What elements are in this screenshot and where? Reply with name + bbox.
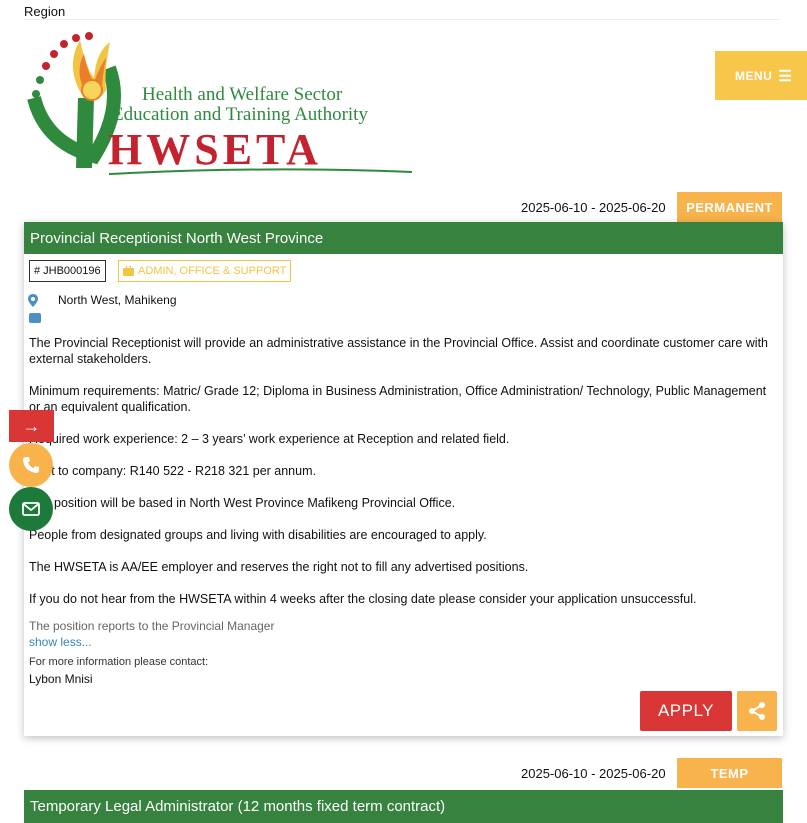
region-divider — [24, 19, 780, 20]
description-paragraph: The HWSETA is AA/EE employer and reserve… — [29, 560, 529, 574]
region-label: Region — [24, 4, 66, 19]
menu-label: MENU — [735, 68, 773, 83]
job-title[interactable]: Temporary Legal Administrator (12 months… — [24, 790, 783, 823]
job-date-range: 2025-06-10 - 2025-06-20 — [521, 766, 666, 781]
logo-flame — [72, 40, 110, 101]
wallet-icon — [29, 313, 41, 323]
map-pin-icon — [28, 293, 38, 307]
job-ref-badge: # JHB000196 — [29, 260, 106, 282]
hamburger-icon: ☰ — [778, 67, 793, 85]
menu-button[interactable]: MENU ☰ — [715, 51, 807, 100]
description-paragraph: People from designated groups and living… — [29, 528, 487, 542]
show-less-link[interactable]: show less... — [29, 635, 92, 649]
job-date-range: 2025-06-10 - 2025-06-20 — [521, 200, 666, 215]
description-paragraph: The Provincial Receptionist will provide… — [29, 336, 768, 366]
logo-title-line1: Health and Welfare Sector — [142, 84, 343, 105]
job-card: Provincial Receptionist North West Provi… — [24, 222, 783, 736]
envelope-icon — [22, 502, 40, 516]
job-type-tag: PERMANENT — [677, 192, 782, 222]
description-paragraph: Minimum requirements: Matric/ Grade 12; … — [29, 384, 767, 414]
job-category: ADMIN, OFFICE & SUPPORT — [138, 265, 287, 277]
description-paragraph: Cost to company: R140 522 - R218 321 per… — [29, 464, 316, 478]
job-ref: JHB000196 — [43, 265, 101, 277]
arrow-right-icon: → — [22, 415, 41, 436]
job-category-badge[interactable]: ADMIN, OFFICE & SUPPORT — [118, 260, 292, 282]
logo-wordmark: HWSETA — [108, 125, 322, 174]
float-phone-button[interactable] — [9, 443, 53, 487]
float-mail-button[interactable] — [9, 487, 53, 531]
description-paragraph: If you do not hear from the HWSETA withi… — [29, 592, 697, 606]
contact-name: Lybon Mnisi — [29, 672, 93, 686]
job-description: The Provincial Receptionist will provide… — [29, 335, 769, 623]
description-paragraph: Required work experience: 2 – 3 years’ w… — [29, 432, 510, 446]
apply-button[interactable]: APPLY — [640, 691, 732, 731]
job-location: North West, Mahikeng — [58, 293, 177, 307]
briefcase-icon — [123, 266, 134, 276]
job-reports-to: The position reports to the Provincial M… — [29, 619, 275, 633]
float-arrow-button[interactable]: → — [9, 410, 54, 442]
logo-title-line2: Education and Training Authority — [112, 104, 368, 125]
share-icon — [749, 702, 765, 720]
share-button[interactable] — [737, 691, 777, 731]
phone-icon — [23, 457, 39, 473]
hash-icon: # — [34, 265, 41, 277]
job-location-row: North West, Mahikeng — [28, 293, 177, 307]
description-paragraph: The position will be based in North West… — [29, 496, 456, 510]
job-type-tag: TEMP — [677, 758, 782, 788]
more-info-label: For more information please contact: — [29, 656, 209, 668]
job-title[interactable]: Provincial Receptionist North West Provi… — [24, 222, 783, 254]
